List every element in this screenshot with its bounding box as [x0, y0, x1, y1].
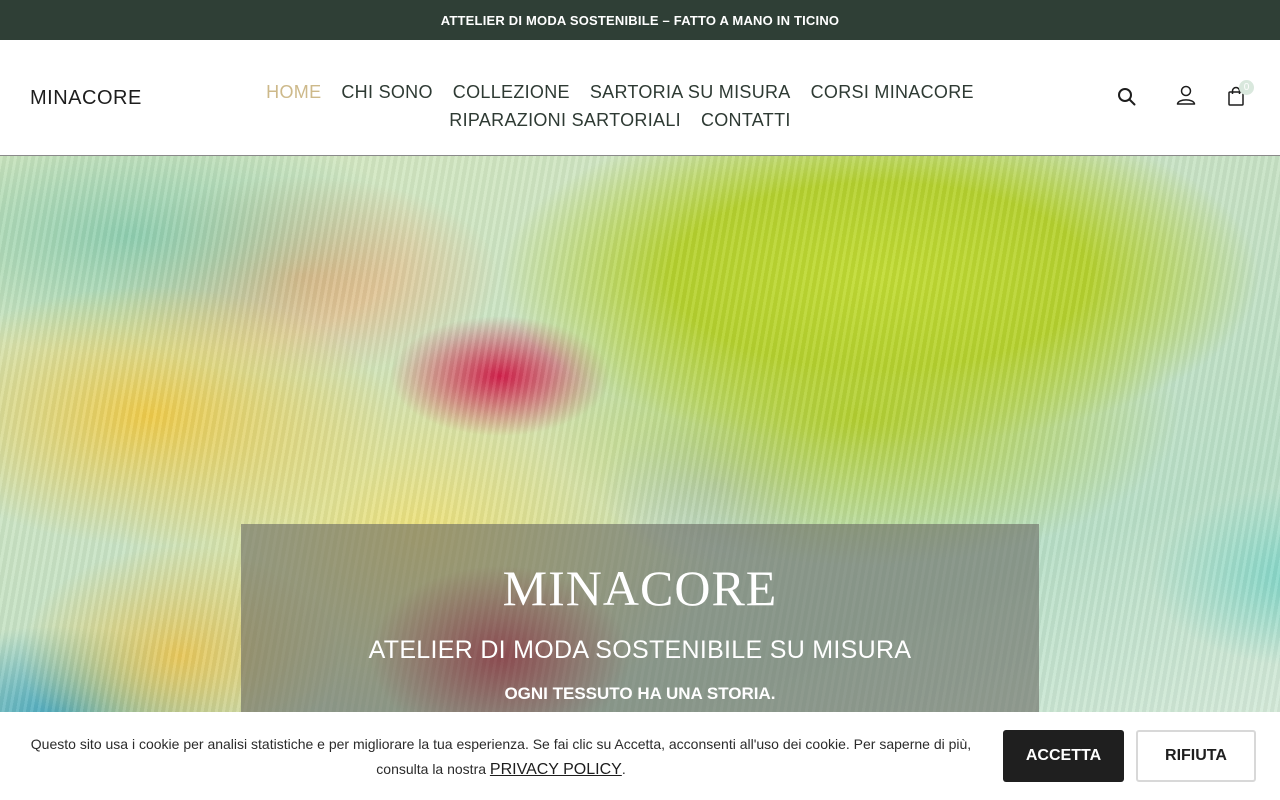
- hero-tagline: OGNI TESSUTO HA UNA STORIA.: [504, 684, 776, 703]
- cookie-message: Questo sito usa i cookie per analisi sta…: [20, 732, 982, 782]
- nav-item-chi-sono[interactable]: CHI SONO: [341, 81, 432, 103]
- nav-item-sartoria-su-misura[interactable]: SARTORIA SU MISURA: [590, 81, 791, 103]
- hero-banner: MINACORE ATELIER DI MODA SOSTENIBILE SU …: [0, 156, 1280, 800]
- cookie-message-end: .: [621, 761, 626, 777]
- search-icon[interactable]: [1116, 86, 1138, 108]
- privacy-policy-link[interactable]: PRIVACY POLICY: [490, 761, 622, 778]
- nav-item-home[interactable]: HOME: [266, 81, 321, 103]
- accept-cookies-button[interactable]: ACCETTA: [1003, 730, 1124, 782]
- nav-item-contatti[interactable]: CONTATTI: [701, 109, 791, 131]
- nav-item-riparazioni-sartoriali[interactable]: RIPARAZIONI SARTORIALI: [449, 109, 681, 131]
- cookie-banner: Questo sito usa i cookie per analisi sta…: [0, 712, 1280, 800]
- hero-title: MINACORE: [502, 560, 778, 616]
- hero-subtitle: ATELIER DI MODA SOSTENIBILE SU MISURA: [368, 636, 912, 664]
- announcement-bar: ATTELIER DI MODA SOSTENIBILE – FATTO A M…: [0, 0, 1280, 40]
- nav-item-corsi-minacore[interactable]: CORSI MINACORE: [811, 81, 974, 103]
- nav-item-collezione[interactable]: COLLEZIONE: [453, 81, 570, 103]
- main-nav: HOME CHI SONO COLLEZIONE SARTORIA SU MIS…: [255, 81, 985, 131]
- site-logo[interactable]: MINACORE: [30, 87, 142, 110]
- reject-cookies-button[interactable]: RIFIUTA: [1136, 730, 1256, 782]
- site-header: MINACORE HOME CHI SONO COLLEZIONE SARTOR…: [0, 40, 1280, 156]
- cart-count-badge: 0: [1239, 80, 1254, 95]
- user-icon[interactable]: [1175, 84, 1197, 106]
- announcement-text: ATTELIER DI MODA SOSTENIBILE – FATTO A M…: [440, 12, 840, 28]
